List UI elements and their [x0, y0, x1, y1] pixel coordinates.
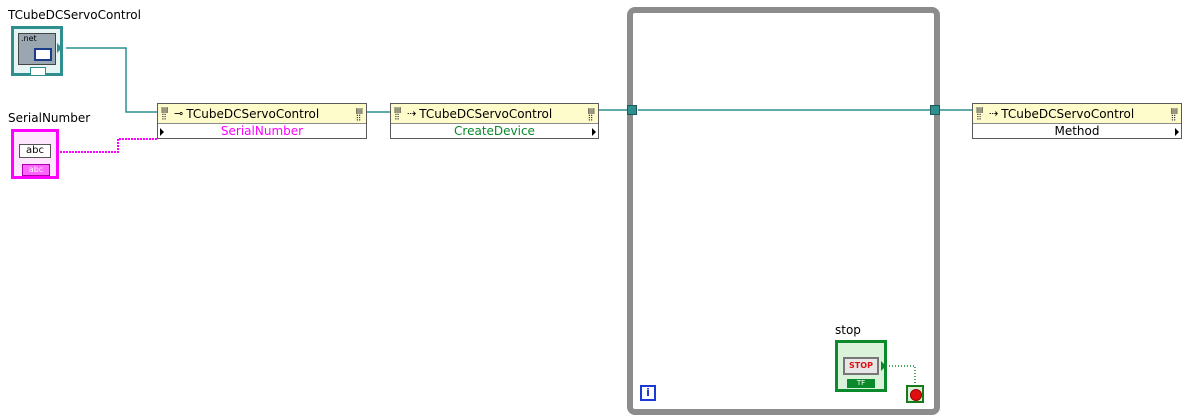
- invoke-node-class: TCubeDCServoControl: [1001, 106, 1135, 121]
- block-diagram-wires: [60, 47, 972, 385]
- refnum-out-icon: ▤ ⠿: [355, 106, 363, 123]
- refnum-in-icon: ▤ ⠿: [161, 104, 169, 122]
- invoke-arrow-icon: ⇢: [407, 107, 417, 120]
- boolean-type-text: TF: [856, 379, 866, 387]
- property-name: SerialNumber: [220, 124, 304, 138]
- invoke-node-class: TCubeDCServoControl: [419, 106, 553, 121]
- refnum-in-icon: ▤ ⠿: [976, 104, 984, 122]
- invoke-arrow-icon: ⇢: [989, 107, 999, 120]
- output-arrow-icon: [1175, 128, 1179, 136]
- string-icon-text: abc: [26, 145, 44, 156]
- property-node-class: TCubeDCServoControl: [186, 106, 320, 121]
- property-node-item[interactable]: SerialNumber: [158, 124, 366, 139]
- invoke-node-create-device[interactable]: ▤ ⠿ ⇢ TCubeDCServoControl ▤ ⠿ CreateDevice: [390, 103, 599, 139]
- stop-control-terminal[interactable]: STOP TF: [835, 340, 887, 392]
- stop-dot-icon: [910, 389, 922, 401]
- tcube-control-terminal[interactable]: .net: [11, 26, 63, 76]
- output-arrow-icon: [57, 43, 62, 53]
- string-type-text: abc: [28, 165, 44, 174]
- property-key-icon: ⊸: [174, 107, 184, 120]
- refnum-out-icon: ▤ ⠿: [587, 106, 595, 123]
- invoke-node-method-item[interactable]: Method: [973, 124, 1181, 139]
- property-node[interactable]: ▤ ⠿ ⊸ TCubeDCServoControl ▤ ⠿ SerialNumber: [157, 103, 367, 139]
- refnum-out-icon: ▤ ⠿: [1170, 106, 1178, 123]
- tcube-control-label: TCubeDCServoControl: [8, 8, 141, 22]
- refnum-window-icon: [34, 48, 52, 61]
- stop-control-label: stop: [835, 323, 861, 337]
- string-type-icon: abc: [22, 164, 50, 176]
- dotnet-text: .net: [21, 34, 37, 43]
- dotnet-refnum-icon: .net: [18, 33, 56, 65]
- loop-output-tunnel[interactable]: [930, 105, 940, 115]
- refnum-in-icon: ▤ ⠿: [394, 104, 402, 122]
- string-wire-serial-to-property[interactable]: [60, 138, 157, 153]
- invoke-node-header: ▤ ⠿ ⇢ TCubeDCServoControl ▤ ⠿: [973, 104, 1181, 124]
- loop-input-tunnel[interactable]: [627, 105, 637, 115]
- output-arrow-icon: [881, 361, 886, 371]
- iteration-terminal-icon[interactable]: i: [640, 385, 656, 401]
- invoke-node-header: ▤ ⠿ ⇢ TCubeDCServoControl ▤ ⠿: [391, 104, 598, 124]
- invoke-node-method[interactable]: CreateDevice: [391, 124, 598, 139]
- control-indicator-icon: [30, 67, 46, 76]
- method-name: CreateDevice: [454, 124, 535, 138]
- output-arrow-icon: [592, 128, 596, 136]
- boolean-type-icon: TF: [847, 379, 875, 388]
- serial-number-label: SerialNumber: [8, 111, 91, 125]
- property-node-header: ▤ ⠿ ⊸ TCubeDCServoControl ▤ ⠿: [158, 104, 366, 124]
- stop-condition-icon[interactable]: [906, 385, 924, 403]
- method-name: Method: [1054, 124, 1100, 138]
- stop-button-icon: STOP: [843, 357, 879, 375]
- invoke-node-method[interactable]: ▤ ⠿ ⇢ TCubeDCServoControl ▤ ⠿ Method: [972, 103, 1182, 139]
- while-loop[interactable]: [627, 7, 940, 415]
- input-arrow-icon: [160, 128, 164, 136]
- refnum-wire-control-to-property[interactable]: [66, 47, 157, 113]
- stop-button-text: STOP: [849, 361, 873, 370]
- serial-number-terminal[interactable]: abc abc: [11, 129, 59, 179]
- string-control-box: abc: [19, 144, 51, 158]
